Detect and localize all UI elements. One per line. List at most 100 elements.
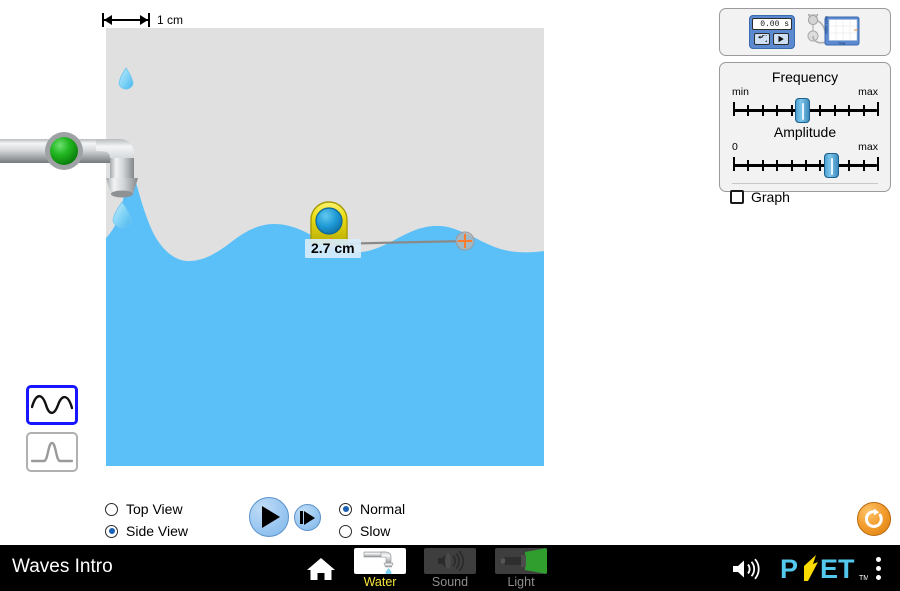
graph-checkbox-label: Graph (751, 189, 790, 205)
slider-tick (848, 160, 851, 171)
phet-logo-et: ET (820, 555, 855, 583)
kebab-menu-icon[interactable] (876, 557, 881, 580)
slider-tick (761, 160, 764, 171)
amplitude-slider-block: Amplitude 0 max (730, 124, 880, 178)
slider-tick (747, 105, 750, 116)
wave-meter-x-axis-label: Time (838, 41, 846, 45)
toolbox-panel: 0.00 s Water Level Time (719, 8, 891, 56)
radio-side-view-label: Side View (126, 523, 189, 539)
radio-normal-label: Normal (360, 501, 406, 517)
wave-meter-y-axis-label: Water Level (825, 16, 829, 34)
radio-side-view[interactable]: Side View (105, 520, 188, 542)
tape-reel (315, 207, 343, 235)
slider-tick (862, 160, 865, 171)
graph-checkbox-row[interactable]: Graph (730, 189, 880, 205)
tape-end-handle (455, 231, 475, 251)
frequency-slider[interactable] (730, 96, 880, 123)
slider-tick (733, 102, 735, 116)
slider-tick (776, 105, 779, 116)
sim-title: Waves Intro (12, 556, 113, 577)
kebab-dot (876, 557, 881, 562)
tab-light-label: Light (507, 575, 535, 589)
stopwatch-icon[interactable]: 0.00 s (749, 15, 795, 49)
slider-tick (733, 157, 735, 171)
amplitude-title: Amplitude (773, 124, 837, 140)
stopwatch-reset-button[interactable] (754, 33, 770, 45)
undo-icon (758, 35, 767, 43)
radio-normal-speed[interactable]: Normal (339, 498, 405, 520)
scale-bar-right-arrowhead (140, 15, 148, 25)
step-forward-button[interactable] (294, 504, 321, 531)
tab-light[interactable]: Light (493, 548, 549, 589)
pulse-wave-button[interactable] (26, 432, 78, 472)
faucet-graphic[interactable] (0, 118, 150, 228)
phet-logo-p: P (780, 555, 798, 583)
speed-radio-group: Normal Slow (339, 498, 405, 542)
radio-top-view[interactable]: Top View (105, 498, 188, 520)
reset-all-button[interactable] (857, 502, 891, 536)
simulation-stage: 1 cm 2.7 cm 0.00 s Water Level Time Freq… (0, 0, 900, 591)
panel-divider (732, 183, 878, 184)
laser-icon (501, 548, 547, 574)
frequency-slider-block: Frequency min max (730, 69, 880, 123)
measuring-tape-graphic[interactable] (305, 200, 485, 270)
sound-on-icon[interactable] (731, 557, 761, 581)
measuring-tape-tool[interactable]: 2.7 cm (305, 200, 485, 270)
step-bar-icon (300, 511, 303, 524)
tab-sound[interactable]: Sound (422, 548, 478, 589)
radio-slow-speed[interactable]: Slow (339, 520, 405, 542)
slider-tick (761, 105, 764, 116)
view-radio-group: Top View Side View (105, 498, 188, 542)
slider-tick (833, 105, 836, 116)
continuous-wave-button[interactable] (26, 385, 78, 425)
scale-bar-arrow (102, 13, 150, 27)
slider-tick (862, 105, 865, 116)
continuous-wave-icon (31, 395, 73, 415)
frequency-slider-thumb[interactable] (795, 98, 811, 123)
wave-type-button-group (26, 385, 78, 472)
scale-bar-ruler: 1 cm (102, 10, 212, 30)
phet-logo[interactable]: P ET TM (780, 555, 868, 583)
tab-water-thumbnail (354, 548, 406, 574)
slider-tick (819, 160, 822, 171)
home-icon[interactable] (306, 557, 336, 581)
scale-bar-left-arrowhead (104, 15, 112, 25)
water-faucet-icon (363, 551, 394, 574)
tab-sound-label: Sound (431, 575, 469, 589)
slider-tick (848, 105, 851, 116)
slider-tick (877, 157, 879, 171)
speaker-icon (438, 550, 464, 572)
tab-sound-thumbnail (424, 548, 476, 574)
slider-tick (747, 160, 750, 171)
amplitude-slider-thumb[interactable] (823, 153, 839, 178)
tab-water[interactable]: Water (352, 548, 408, 589)
phet-logo-tm: TM (859, 575, 868, 582)
radio-side-view-circle[interactable] (105, 524, 118, 538)
play-triangle-icon (262, 506, 280, 528)
play-button[interactable] (249, 497, 289, 537)
slider-tick (805, 160, 807, 171)
measuring-tape-readout: 2.7 cm (305, 239, 361, 258)
radio-slow-circle[interactable] (339, 524, 352, 538)
kebab-dot (876, 566, 881, 571)
reset-icon (865, 508, 883, 528)
slider-tick (776, 160, 779, 171)
faucet-knob (50, 137, 78, 165)
graph-checkbox[interactable] (730, 190, 744, 204)
radio-top-view-circle[interactable] (105, 502, 118, 516)
amplitude-slider[interactable] (730, 151, 880, 178)
phet-logo-h-arrow (804, 555, 818, 581)
tab-light-thumbnail (495, 548, 547, 574)
radio-top-view-label: Top View (126, 501, 183, 517)
stopwatch-time-display: 0.00 s (752, 18, 792, 30)
tab-water-label: Water (363, 575, 397, 589)
stopwatch-play-button[interactable] (773, 33, 789, 45)
radio-slow-label: Slow (360, 523, 391, 539)
slider-tick (790, 160, 793, 171)
water-droplet (118, 67, 134, 90)
wave-meter-icon[interactable]: Water Level Time (805, 14, 861, 50)
play-icon (778, 35, 784, 43)
navigation-bar: Waves Intro Water Sound Light P ET TM (0, 545, 900, 591)
radio-normal-circle[interactable] (339, 502, 352, 516)
slider-tick (819, 105, 822, 116)
